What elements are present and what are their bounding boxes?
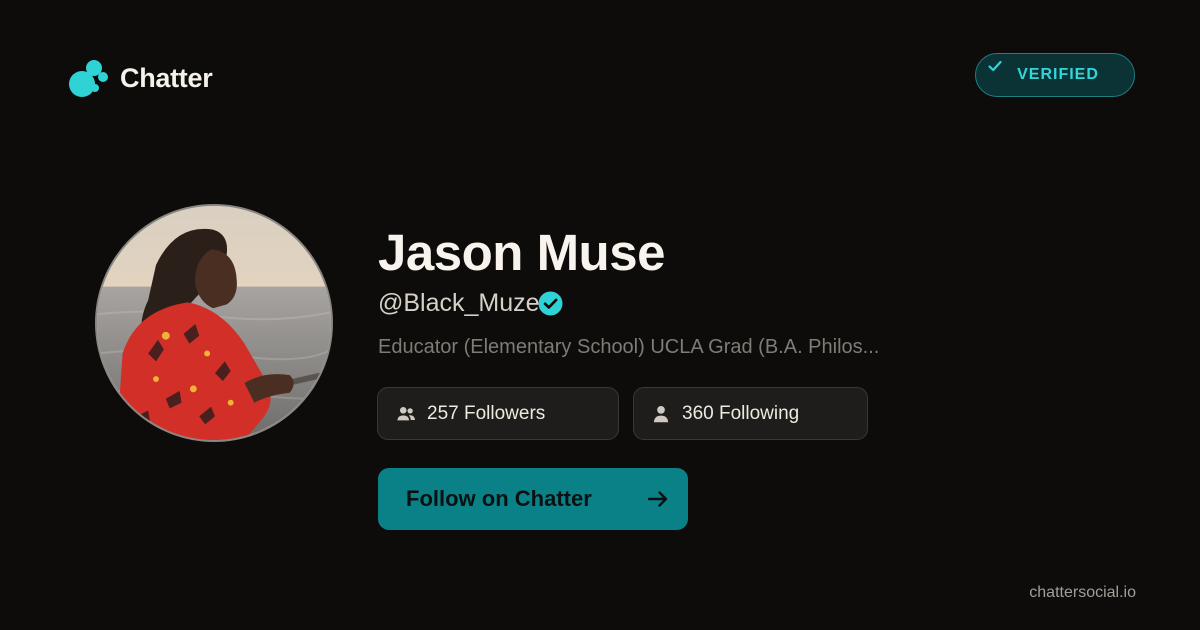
users-icon: [397, 406, 415, 420]
following-count: 360 Following: [682, 402, 800, 424]
follow-button[interactable]: Follow on Chatter: [378, 468, 688, 530]
display-name: Jason Muse: [378, 224, 665, 281]
chatter-logo-icon: [69, 60, 108, 97]
handle-row: @Black_Muze: [378, 286, 563, 320]
arrow-right-icon: [647, 491, 668, 507]
avatar: [95, 204, 333, 442]
verified-badge-icon: [538, 291, 563, 315]
site-url[interactable]: chattersocial.io: [1029, 584, 1136, 602]
check-icon: [988, 60, 1002, 72]
brand-name: Chatter: [120, 62, 213, 93]
following-stat[interactable]: 360 Following: [633, 387, 868, 440]
followers-count: 257 Followers: [427, 402, 546, 424]
follow-button-label: Follow on Chatter: [406, 486, 592, 511]
profile-photo: [97, 206, 331, 440]
handle[interactable]: @Black_Muze: [378, 289, 540, 318]
followers-stat[interactable]: 257 Followers: [377, 387, 619, 440]
brand[interactable]: Chatter: [68, 58, 213, 98]
verified-badge: VERIFIED: [975, 53, 1135, 97]
user-icon: [653, 405, 669, 422]
verified-label: VERIFIED: [1017, 66, 1099, 83]
bio: Educator (Elementary School) UCLA Grad (…: [378, 336, 880, 358]
